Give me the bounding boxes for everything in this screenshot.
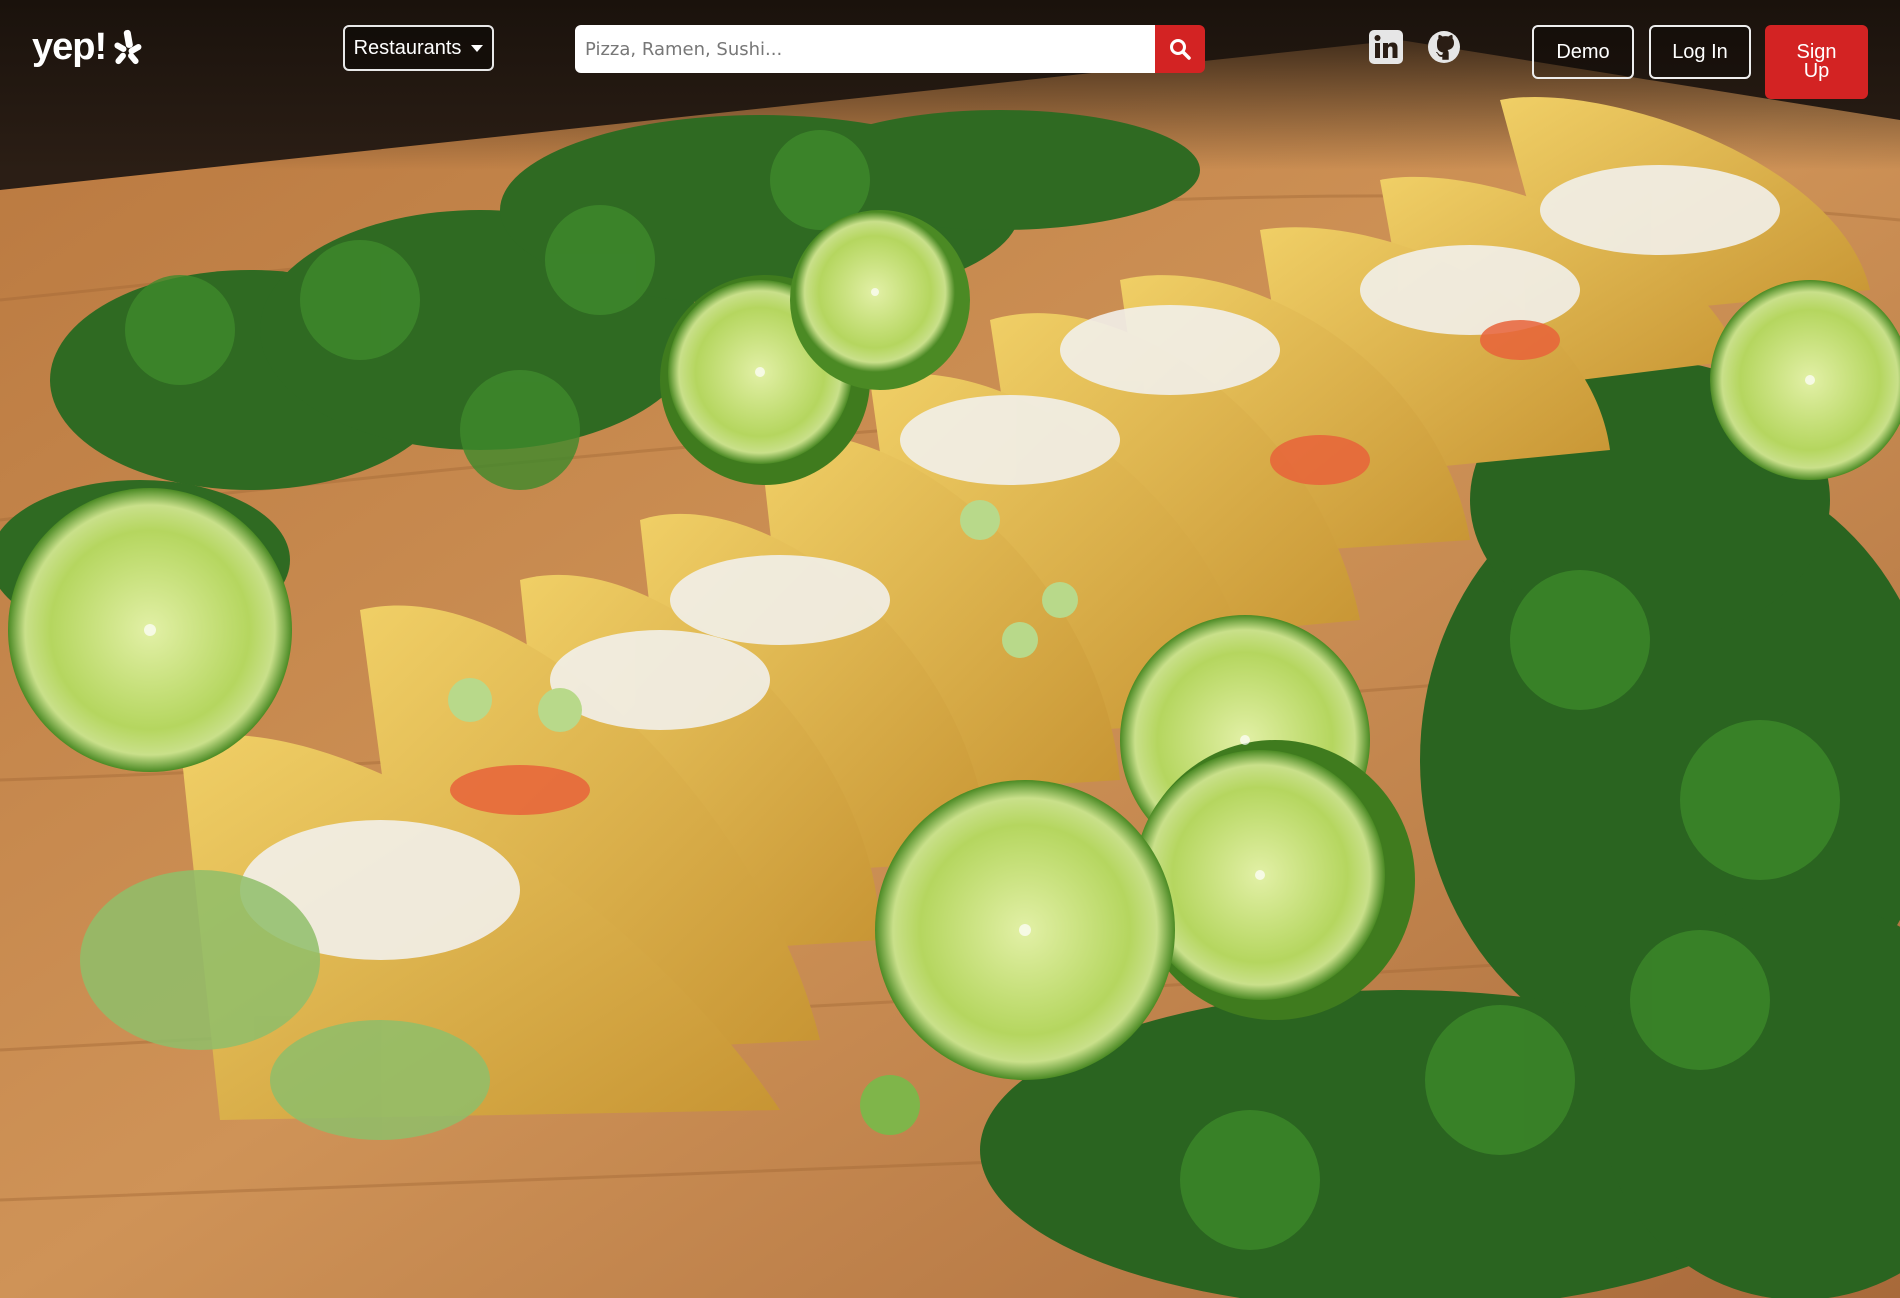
search-icon: [1170, 39, 1191, 60]
login-button-label: Log In: [1672, 40, 1728, 63]
search-input[interactable]: [575, 25, 1155, 73]
yelp-burst-icon: [114, 29, 142, 64]
tacos-background-image: [0, 0, 1900, 1298]
demo-button-label: Demo: [1556, 40, 1610, 63]
category-dropdown[interactable]: Restaurants: [343, 25, 494, 71]
top-navbar: yep! Restaurants Pizza, Ramen, Sushi... …: [0, 0, 1900, 110]
hero-section: yep! Restaurants Pizza, Ramen, Sushi... …: [0, 0, 1900, 1298]
search-bar: [575, 25, 1205, 73]
category-dropdown-label: Restaurants: [353, 36, 462, 59]
github-icon: [1428, 31, 1460, 63]
linkedin-link[interactable]: [1367, 28, 1405, 66]
signup-button[interactable]: Sign Up: [1765, 25, 1868, 99]
login-button[interactable]: Log In: [1649, 25, 1751, 79]
github-link[interactable]: [1425, 28, 1463, 66]
signup-button-label: Sign Up: [1796, 41, 1837, 82]
demo-button[interactable]: Demo: [1532, 25, 1634, 79]
search-button[interactable]: [1155, 25, 1205, 73]
logo-text: yep!: [32, 26, 107, 68]
linkedin-icon: [1369, 30, 1403, 64]
site-logo[interactable]: yep!: [32, 26, 146, 69]
caret-down-icon: [471, 44, 484, 52]
